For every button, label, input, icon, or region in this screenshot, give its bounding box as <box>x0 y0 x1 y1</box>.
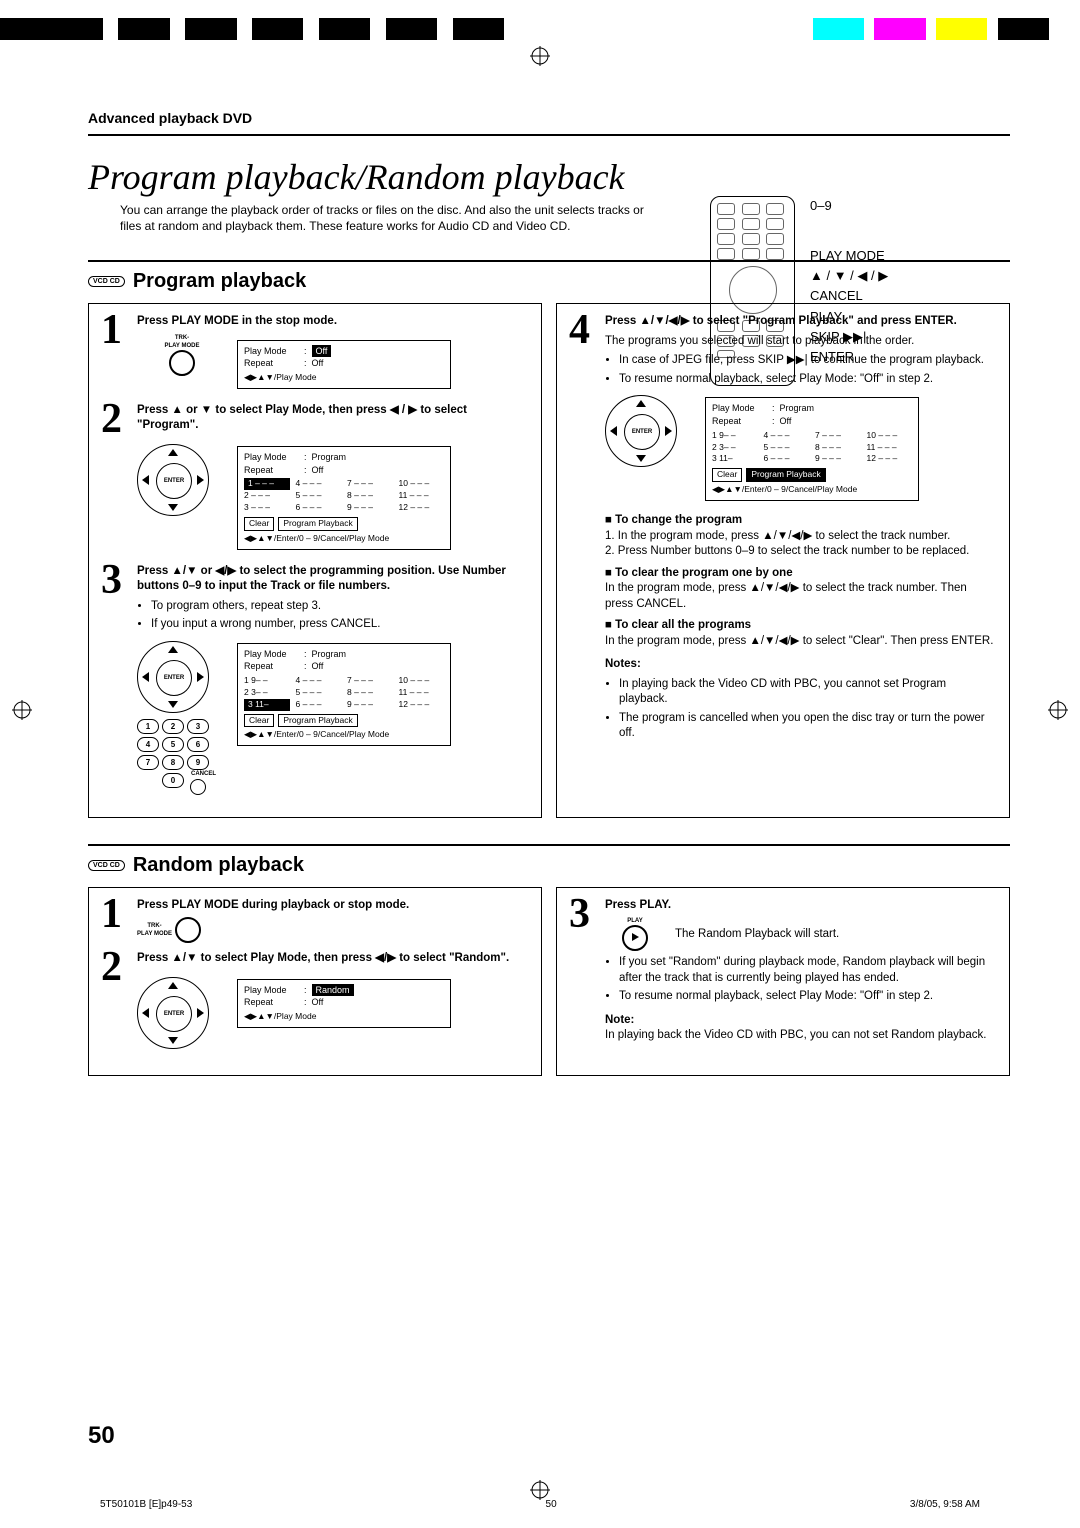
footer-timestamp: 3/8/05, 9:58 AM <box>910 1499 980 1510</box>
dpad-icon: ENTER <box>137 641 209 713</box>
step2-title: Press ▲ or ▼ to select Play Mode, then p… <box>137 403 529 434</box>
step1-title: Press PLAY MODE in the stop mode. <box>137 314 529 330</box>
breadcrumb-section: Advanced playback DVD <box>88 110 1010 126</box>
registration-mark-right <box>1048 700 1068 720</box>
clear-one-heading: To clear the program one by one <box>605 566 997 582</box>
cancel-button-icon <box>190 779 206 795</box>
page-number: 50 <box>88 1422 115 1450</box>
random-step1-title: Press PLAY MODE during playback or stop … <box>137 898 529 914</box>
step-number-2: 2 <box>101 403 129 556</box>
page-title: Program playback/Random playback <box>88 156 1010 198</box>
step-number-3: 3 <box>569 898 597 1044</box>
dpad-icon: ENTER <box>137 977 209 1049</box>
random-step2-title: Press ▲/▼ to select Play Mode, then pres… <box>137 951 529 967</box>
step4-bullet-2: To resume normal playback, select Play M… <box>619 372 997 388</box>
print-footer: 5T50101B [E]p49-53 50 3/8/05, 9:58 AM <box>100 1499 980 1510</box>
number-pad-icon: 123 456 789 0 CANCEL <box>137 719 227 795</box>
cancel-button-label: CANCEL <box>191 770 216 778</box>
remote-label-playmode: PLAY MODE <box>810 246 888 266</box>
vcd-cd-badge: VCD CD <box>88 860 125 871</box>
random-left-column: 1 Press PLAY MODE during playback or sto… <box>88 887 542 1076</box>
random-right-column: 3 Press PLAY. PLAY The Random Playback w… <box>556 887 1010 1076</box>
random-section: VCD CD Random playback 1 Press PLAY MODE… <box>88 844 1010 1076</box>
dpad-icon: ENTER <box>137 444 209 516</box>
step-number-3: 3 <box>101 564 129 795</box>
step4-title: Press ▲/▼/◀/▶ to select "Program Playbac… <box>605 314 997 330</box>
step-number-1: 1 <box>101 314 129 395</box>
registration-mark-bottom <box>530 1480 550 1500</box>
notes-heading: Notes: <box>605 657 997 673</box>
remote-label-arrows: ▲ / ▼ / ◀ / ▶ <box>810 266 888 286</box>
step-number-2: 2 <box>101 951 129 1053</box>
remote-label-numbers: 0–9 <box>810 196 888 216</box>
playmode-button-icon <box>169 350 195 376</box>
step-number-1: 1 <box>101 898 129 944</box>
step3-title: Press ▲/▼ or ◀/▶ to select the programmi… <box>137 564 529 595</box>
playmode-button-icon <box>175 917 201 943</box>
header-rule <box>88 134 1010 136</box>
step4-bullet-1: In case of JPEG file, press SKIP ▶▶| to … <box>619 353 997 369</box>
clear-all-heading: To clear all the programs <box>605 618 997 634</box>
program-right-column: 4 Press ▲/▼/◀/▶ to select "Program Playb… <box>556 303 1010 817</box>
step3-bullet-2: If you input a wrong number, press CANCE… <box>151 617 529 633</box>
dpad-icon: ENTER <box>605 395 677 467</box>
playmode-button-label: TRK- PLAY MODE <box>137 334 227 350</box>
play-button-icon <box>622 925 648 951</box>
random-step3-title: Press PLAY. <box>605 898 997 914</box>
vcd-cd-badge: VCD CD <box>88 276 125 287</box>
registration-mark-top <box>530 46 550 66</box>
program-section: VCD CD Program playback 1 Press PLAY MOD… <box>88 260 1010 817</box>
footer-filename: 5T50101B [E]p49-53 <box>100 1499 192 1510</box>
change-program-heading: To change the program <box>605 513 997 529</box>
step3-bullet-1: To program others, repeat step 3. <box>151 599 529 615</box>
random-heading: Random playback <box>133 854 304 877</box>
registration-mark-left <box>12 700 32 720</box>
footer-page: 50 <box>546 1499 557 1510</box>
program-left-column: 1 Press PLAY MODE in the stop mode. TRK-… <box>88 303 542 817</box>
program-heading: Program playback <box>133 270 306 293</box>
print-color-bar <box>0 18 1080 40</box>
intro-text: You can arrange the playback order of tr… <box>120 202 660 234</box>
play-button-label: PLAY <box>605 917 665 925</box>
step4-body: The programs you selected will start to … <box>605 334 997 350</box>
step-number-4: 4 <box>569 314 597 745</box>
